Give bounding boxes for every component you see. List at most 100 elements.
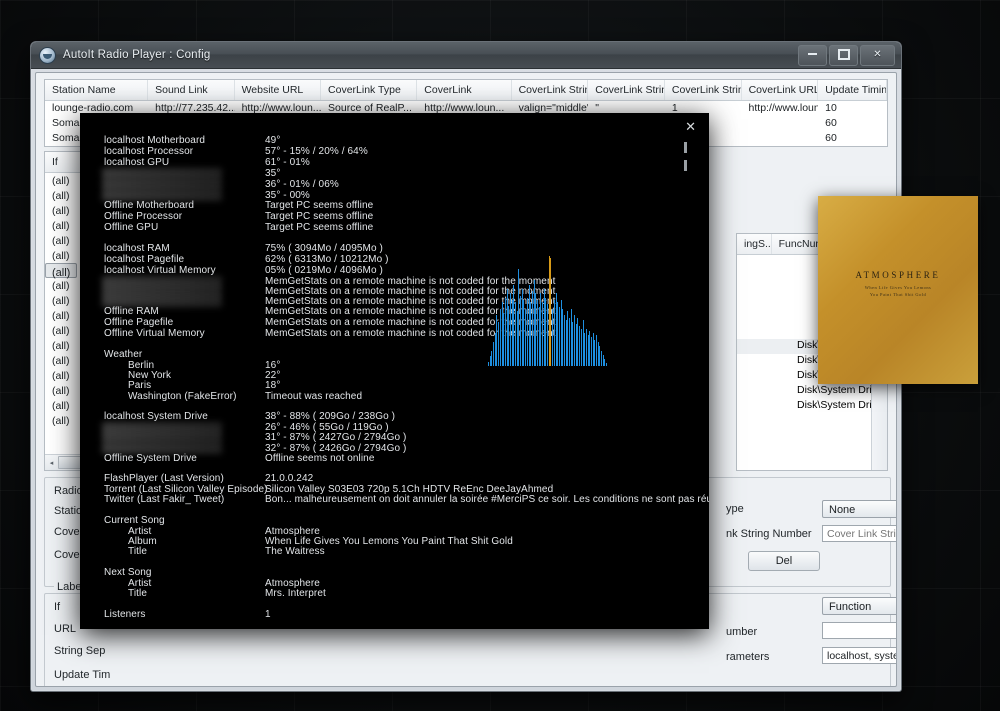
- spectrum-bar: [506, 289, 508, 366]
- album-art: ATMOSPHERE When Life Gives You Lemons Yo…: [818, 196, 978, 384]
- overlay-stat-value: 18°: [265, 380, 281, 391]
- spectrum-bar: [491, 350, 493, 366]
- spectrum-bar: [501, 302, 503, 366]
- overlay-stat-key: localhost Virtual Memory: [104, 265, 216, 276]
- redacted-text: [102, 190, 222, 201]
- table-cell: 60: [825, 117, 837, 129]
- label-update-timing: Update Tim: [54, 669, 111, 681]
- spectrum-bar: [590, 337, 592, 366]
- stations-column-header[interactable]: Sound Link: [148, 80, 235, 100]
- stations-table-header: Station Name Sound Link Website URL CoverLi…: [45, 80, 887, 101]
- overlay-stat-key: Offline System Drive: [104, 453, 197, 464]
- minimize-button[interactable]: [798, 45, 827, 66]
- stations-column-header[interactable]: CoverLink URL...: [742, 80, 819, 100]
- spectrum-bar: [577, 317, 579, 366]
- function-column-header[interactable]: ingS...: [737, 234, 772, 254]
- table-cell: 60: [825, 132, 837, 144]
- list-item[interactable]: (all): [45, 263, 78, 279]
- spectrum-bar: [518, 269, 520, 366]
- app-icon: [39, 46, 56, 64]
- stations-column-header[interactable]: CoverLink String...: [512, 80, 589, 100]
- stations-column-header[interactable]: Website URL: [235, 80, 322, 100]
- label-url: URL: [54, 623, 77, 635]
- table-cell: http://www.loun...: [748, 102, 819, 114]
- func-number-input[interactable]: [822, 622, 896, 639]
- overlay-stat-key: Listeners: [104, 609, 146, 620]
- table-cell: 10: [825, 102, 837, 114]
- function-type-select[interactable]: Function: [822, 597, 896, 615]
- spectrum-bar: [542, 302, 543, 366]
- label-func-parameters: rameters: [726, 651, 770, 663]
- overlay-stat-value: Target PC seems offline: [265, 211, 374, 222]
- overlay-stat-key: FlashPlayer (Last Version): [104, 473, 224, 484]
- cover-link-type-select[interactable]: None: [822, 500, 896, 518]
- overlay-stat-key: Offline RAM: [104, 306, 159, 317]
- overlay-stat-value: 61° - 01%: [265, 157, 310, 168]
- overlay-stat-value: 49°: [265, 135, 281, 146]
- pause-icon[interactable]: [684, 140, 695, 171]
- stations-column-header[interactable]: Station Name: [45, 80, 149, 100]
- redacted-text: [102, 443, 222, 454]
- spectrum-bar: [582, 319, 584, 366]
- cover-link-string-number-input[interactable]: [822, 525, 896, 542]
- window-controls[interactable]: ✕: [798, 45, 895, 66]
- spectrum-bar: [521, 289, 523, 366]
- overlay-stat-key: Weather: [104, 349, 143, 360]
- overlay-stat-key: localhost Processor: [104, 146, 194, 157]
- table-cell: [742, 146, 819, 147]
- spectrum-bar: [563, 315, 565, 366]
- scroll-left-icon[interactable]: ◂: [45, 459, 58, 467]
- stations-column-header[interactable]: CoverLink String...: [588, 80, 665, 100]
- overlay-stat-value: Bon... malheureusement on doit annuler l…: [265, 494, 709, 505]
- overlay-stat-key: Next Song: [104, 567, 152, 578]
- label-cover-link-type: ype: [726, 503, 744, 515]
- overlay-stat-key: Current Song: [104, 515, 165, 526]
- stations-column-header[interactable]: CoverLink Type: [321, 80, 418, 100]
- spectrum-bar: [585, 328, 587, 366]
- table-cell: [742, 131, 819, 146]
- spectrum-bar: [548, 256, 550, 366]
- window-titlebar[interactable]: AutoIt Radio Player : Config ✕: [31, 42, 901, 69]
- spectrum-bar: [496, 315, 498, 366]
- spectrum-bar: [592, 333, 594, 366]
- album-subtitle-2: You Paint That Shit Gold: [869, 292, 927, 297]
- func-parameters-input[interactable]: [822, 647, 896, 664]
- stations-column-header[interactable]: CoverLink: [417, 80, 512, 100]
- del-button[interactable]: Del: [748, 551, 820, 571]
- overlay-stat-key: Offline Processor: [104, 211, 183, 222]
- spectrum-bar: [545, 297, 547, 366]
- overlay-stat-value: Mrs. Interpret: [265, 588, 326, 599]
- close-button[interactable]: ✕: [860, 45, 895, 66]
- table-cell: 10: [818, 146, 887, 147]
- album-artist-text: ATMOSPHERE: [855, 270, 941, 280]
- spectrum-bar: [567, 311, 568, 366]
- spectrum-bar: [530, 302, 531, 366]
- spectrum-bar: [511, 300, 513, 366]
- spectrum-bar: [575, 324, 577, 366]
- overlay-stat-key: Offline Virtual Memory: [104, 328, 205, 339]
- overlay-stat-value: 21.0.0.242: [265, 473, 314, 484]
- spectrum-bar: [558, 306, 560, 366]
- spectrum-bar: [488, 361, 489, 366]
- table-row[interactable]: Disk\System Dri...: [737, 399, 887, 414]
- table-row[interactable]: Disk\System Dri...: [737, 384, 887, 399]
- label-cover-link-string-number: nk String Number: [726, 528, 812, 540]
- overlay-stat-value: 57° - 15% / 20% / 64%: [265, 146, 368, 157]
- spectrum-bar: [596, 335, 597, 366]
- spectrum-bar: [520, 295, 521, 366]
- stations-column-header[interactable]: CoverLink String...: [665, 80, 742, 100]
- spectrum-bar: [540, 293, 541, 366]
- overlay-stat-key: Washington (FakeError): [128, 391, 237, 402]
- spectrum-bar: [584, 333, 585, 366]
- spectrum-bar: [543, 289, 545, 366]
- spectrum-bar: [536, 300, 538, 366]
- spectrum-bar: [508, 305, 509, 366]
- overlay-close-icon[interactable]: ✕: [685, 120, 696, 133]
- redacted-text: [102, 179, 222, 190]
- overlay-stat-value: 36° - 01% / 06%: [265, 179, 339, 190]
- spectrum-bar: [604, 359, 606, 366]
- maximize-button[interactable]: [829, 45, 858, 66]
- spectrum-bar: [587, 335, 589, 366]
- stations-column-header[interactable]: Update Timing: [818, 80, 887, 100]
- overlay-stat-value: 31° - 87% ( 2427Go / 2794Go ): [265, 432, 407, 443]
